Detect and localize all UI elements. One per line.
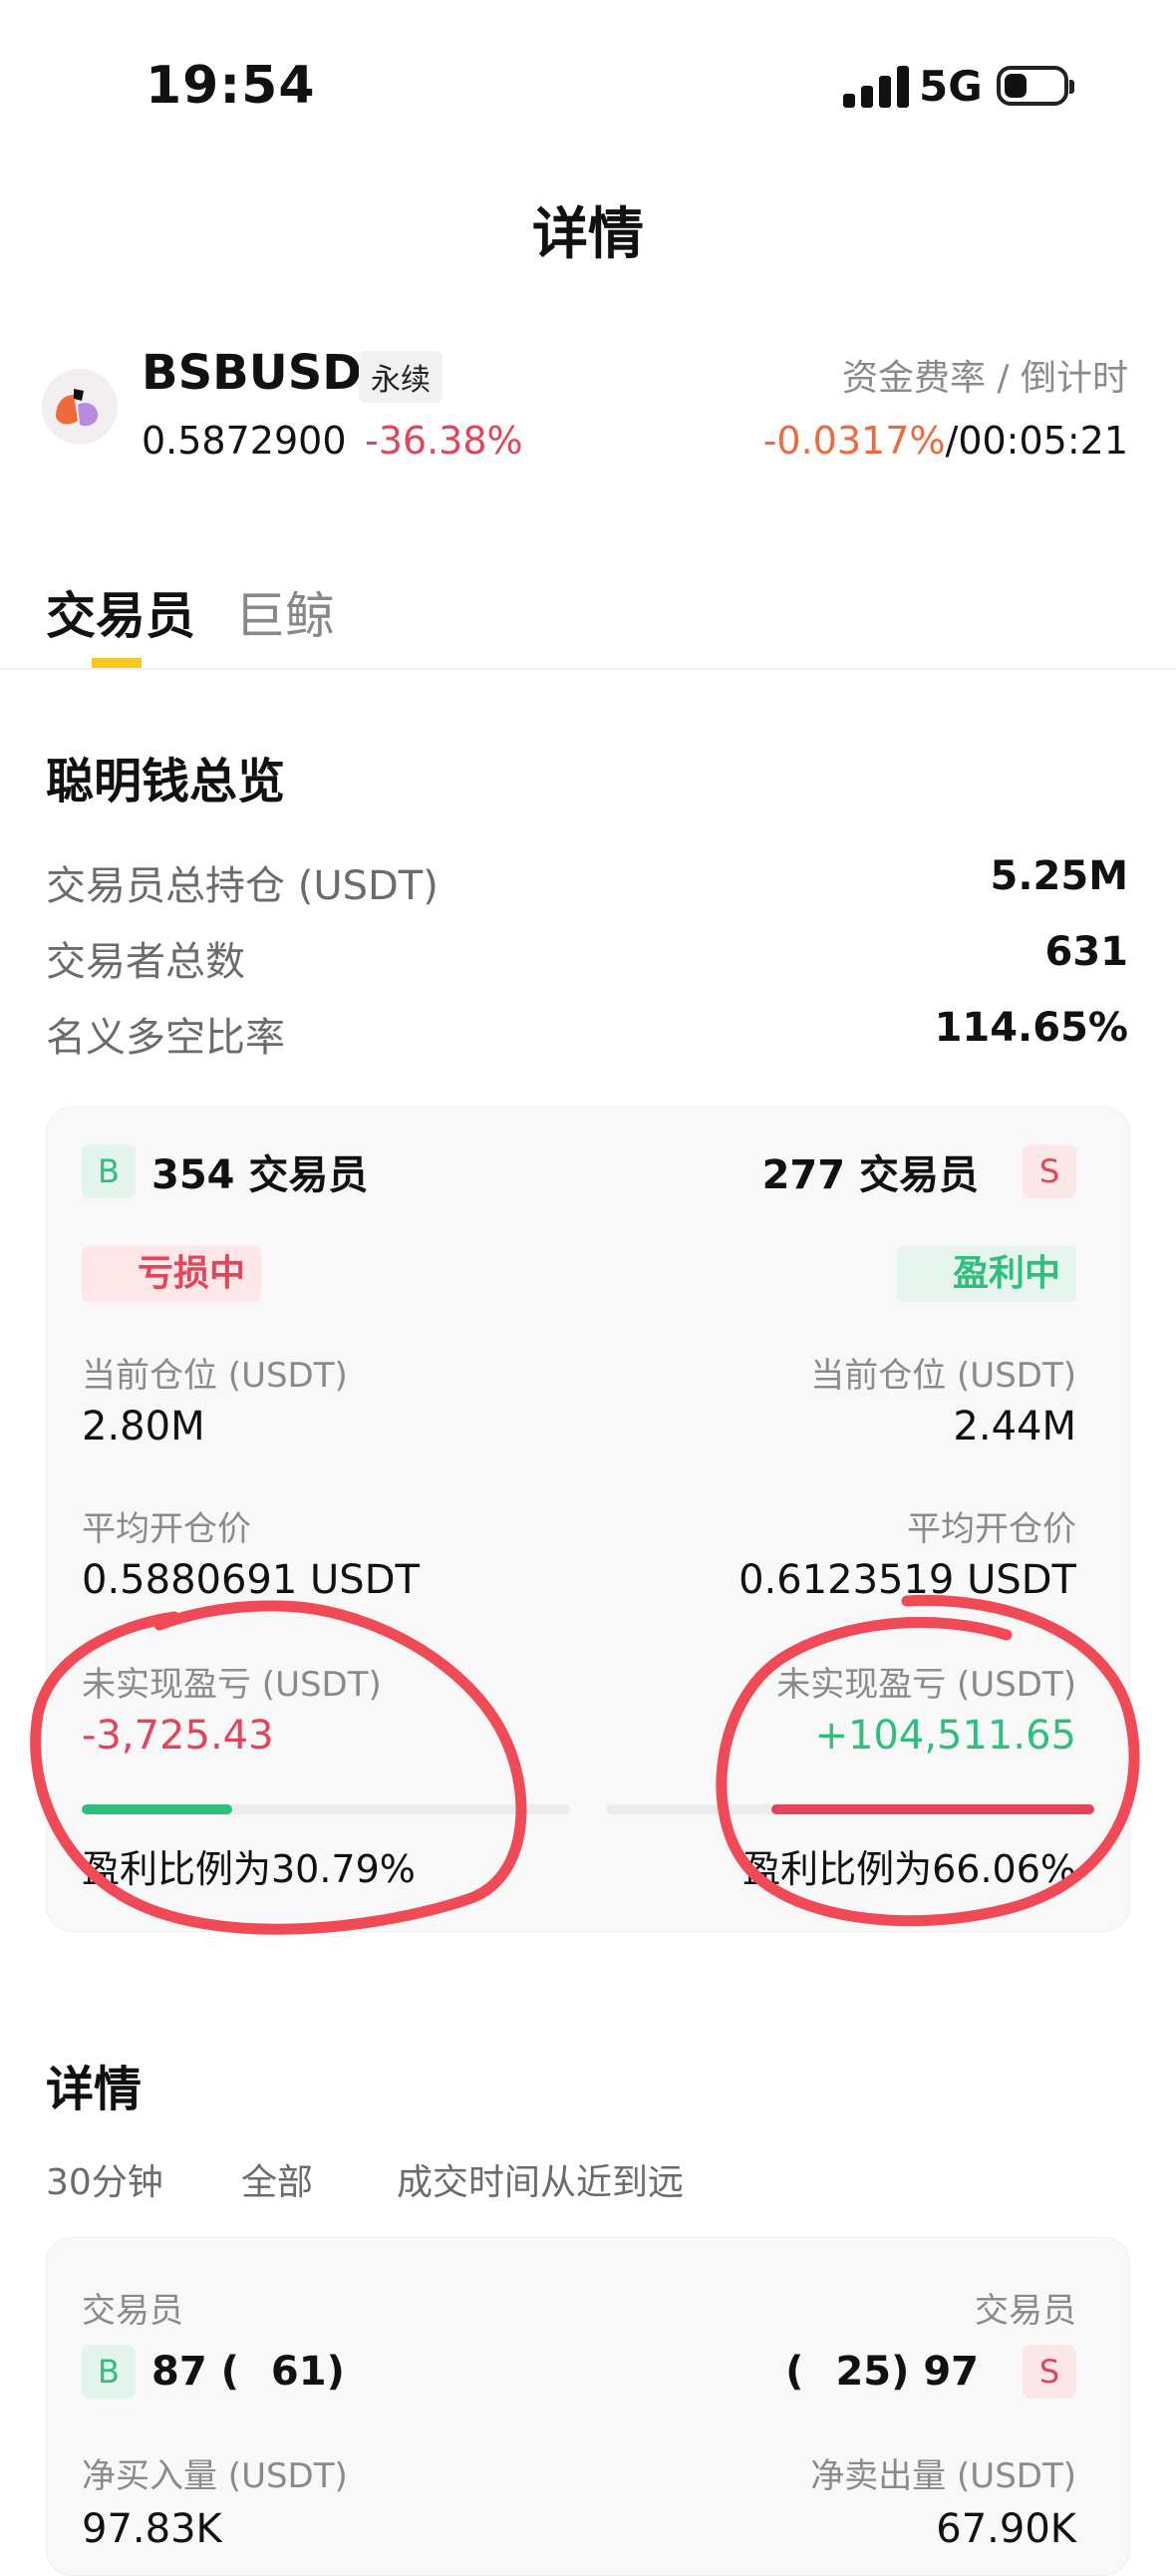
overview-title: 聪明钱总览 (46, 754, 286, 809)
battery-icon (997, 66, 1074, 106)
sell-profit-ratio: 盈利比例为66.06% (742, 1847, 1076, 1891)
details-buy-count-value: 87 (151, 2349, 207, 2395)
profit-status-text: 盈利中 (952, 1253, 1060, 1294)
symbol: BSBUSDT (142, 345, 395, 401)
overview-label-traders: 交易者总数 (46, 939, 245, 985)
details-buy-label: 交易员 (82, 2291, 183, 2331)
details-buy-count: 87 (61) (151, 2349, 345, 2395)
sell-pnl-label: 未实现盈亏 (USDT) (776, 1665, 1076, 1705)
sell-pnl-value: +104,511.65 (814, 1713, 1076, 1759)
funding-separator: / (945, 419, 959, 463)
countdown: 00:05:21 (958, 419, 1128, 463)
buy-avg-price-label: 平均开仓价 (82, 1509, 251, 1549)
coin-logo-icon (42, 369, 118, 445)
net-buy-label: 净买入量 (USDT) (82, 2456, 348, 2496)
sell-avg-price-label: 平均开仓价 (907, 1509, 1076, 1549)
filter-interval[interactable]: 30分钟 (46, 2153, 163, 2205)
details-sell-count: (25) 97 (785, 2349, 979, 2395)
status-time: 19:54 (146, 56, 316, 116)
filter-sort[interactable]: 成交时间从近到远 (397, 2153, 684, 2205)
tab-whales[interactable]: 巨鲸 (235, 576, 335, 648)
network-label: 5G (919, 62, 983, 111)
details-buy-badge: B (82, 2345, 136, 2399)
buy-profit-ratio-fill (82, 1804, 232, 1814)
net-buy-value: 97.83K (82, 2506, 222, 2552)
sell-badge: S (1023, 1144, 1076, 1198)
details-sell-label: 交易员 (975, 2291, 1076, 2331)
tab-divider (0, 668, 1176, 670)
last-price: 0.5872900 (142, 419, 347, 463)
buy-position-value: 2.80M (82, 1404, 205, 1449)
buy-position-label: 当前仓位 (USDT) (82, 1356, 348, 1396)
overview-value-traders: 631 (1044, 929, 1129, 975)
net-sell-value: 67.90K (936, 2506, 1076, 2552)
overview-value-ratio: 114.65% (934, 1005, 1128, 1051)
profit-status-pill: 盈利中 (896, 1246, 1076, 1302)
perpetual-tag: 永续 (359, 351, 442, 403)
tab-indicator (92, 658, 142, 668)
net-sell-label: 净卖出量 (USDT) (810, 2456, 1076, 2496)
details-sell-sub: 25 (835, 2349, 892, 2395)
overview-value-position: 5.25M (990, 853, 1129, 899)
sell-profit-ratio-bar (606, 1804, 1094, 1814)
tab-traders[interactable]: 交易员 (46, 576, 195, 648)
buy-profit-ratio: 盈利比例为30.79% (82, 1847, 416, 1891)
overview-label-ratio: 名义多空比率 (46, 1015, 285, 1061)
filter-scope[interactable]: 全部 (241, 2153, 313, 2205)
buy-profit-ratio-bar (82, 1804, 570, 1814)
sell-avg-price-value: 0.6123519 USDT (738, 1557, 1076, 1603)
sell-profit-ratio-fill (771, 1804, 1094, 1814)
overview-label-position: 交易员总持仓 (USDT) (46, 863, 439, 909)
page-title: 详情 (532, 202, 644, 267)
sell-traders: 277 交易员 (761, 1152, 979, 1198)
signal-icon (843, 66, 909, 108)
details-title: 详情 (46, 2062, 143, 2117)
buy-traders: 354 交易员 (151, 1152, 369, 1198)
funding-values: -0.0317%/00:05:21 (763, 419, 1128, 463)
buy-pnl-label: 未实现盈亏 (USDT) (82, 1665, 382, 1705)
details-buy-sub: 61 (270, 2349, 327, 2395)
loss-status-pill: 亏损中 (82, 1246, 262, 1302)
buy-avg-price-value: 0.5880691 USDT (82, 1557, 420, 1603)
funding-rate: -0.0317% (762, 419, 946, 463)
price-change: -36.38% (365, 419, 523, 463)
sell-position-value: 2.44M (953, 1404, 1076, 1449)
buy-badge: B (82, 1144, 136, 1198)
funding-label: 资金费率 / 倒计时 (841, 358, 1128, 399)
sell-position-label: 当前仓位 (USDT) (810, 1356, 1076, 1396)
details-sell-badge: S (1023, 2345, 1076, 2399)
buy-pnl-value: -3,725.43 (82, 1713, 274, 1759)
loss-status-text: 亏损中 (138, 1253, 246, 1294)
details-sell-count-value: 97 (923, 2349, 979, 2395)
